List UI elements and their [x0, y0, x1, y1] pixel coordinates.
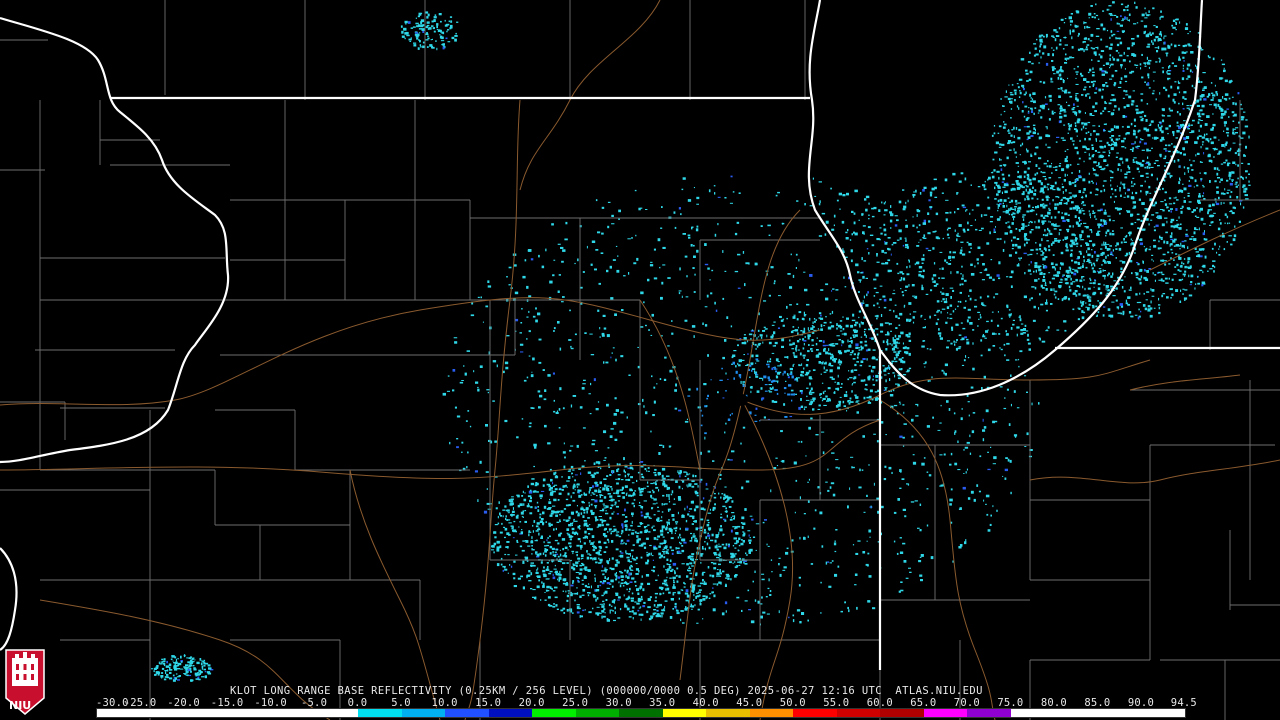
colorbar-segment: [1097, 709, 1142, 717]
product-caption: KLOT LONG RANGE BASE REFLECTIVITY (0.25K…: [230, 685, 983, 697]
colorbar-segment: [532, 709, 576, 717]
colorbar-segment: [749, 709, 794, 717]
colorbar-segment: [619, 709, 663, 717]
colorbar-segment: [488, 709, 533, 717]
colorbar-segment: [314, 709, 359, 717]
colorbar-segment: [184, 709, 228, 717]
colorbar-segment: [1141, 709, 1185, 717]
colorbar-segment: [97, 709, 141, 717]
colorbar-segment: [1054, 709, 1098, 717]
radar-map: [0, 0, 1280, 720]
colorbar-segment: [967, 709, 1011, 717]
colorbar-segment: [401, 709, 446, 717]
colorbar-segment: [445, 709, 489, 717]
colorbar-segment: [227, 709, 272, 717]
colorbar-segment: [575, 709, 620, 717]
colorbar-segment: [358, 709, 402, 717]
colorbar-segment: [1010, 709, 1055, 717]
colorbar-segment: [923, 709, 968, 717]
colorbar-segment: [836, 709, 881, 717]
colorbar-segment: [662, 709, 707, 717]
reflectivity-colorbar: [96, 708, 1186, 718]
colorbar-segment: [793, 709, 837, 717]
colorbar-segment: [271, 709, 315, 717]
colorbar-segment: [140, 709, 185, 717]
colorbar-segment: [706, 709, 750, 717]
radar-site-marker: [736, 394, 748, 406]
colorbar-segment: [880, 709, 924, 717]
niu-logo-text: NIU: [9, 699, 32, 712]
